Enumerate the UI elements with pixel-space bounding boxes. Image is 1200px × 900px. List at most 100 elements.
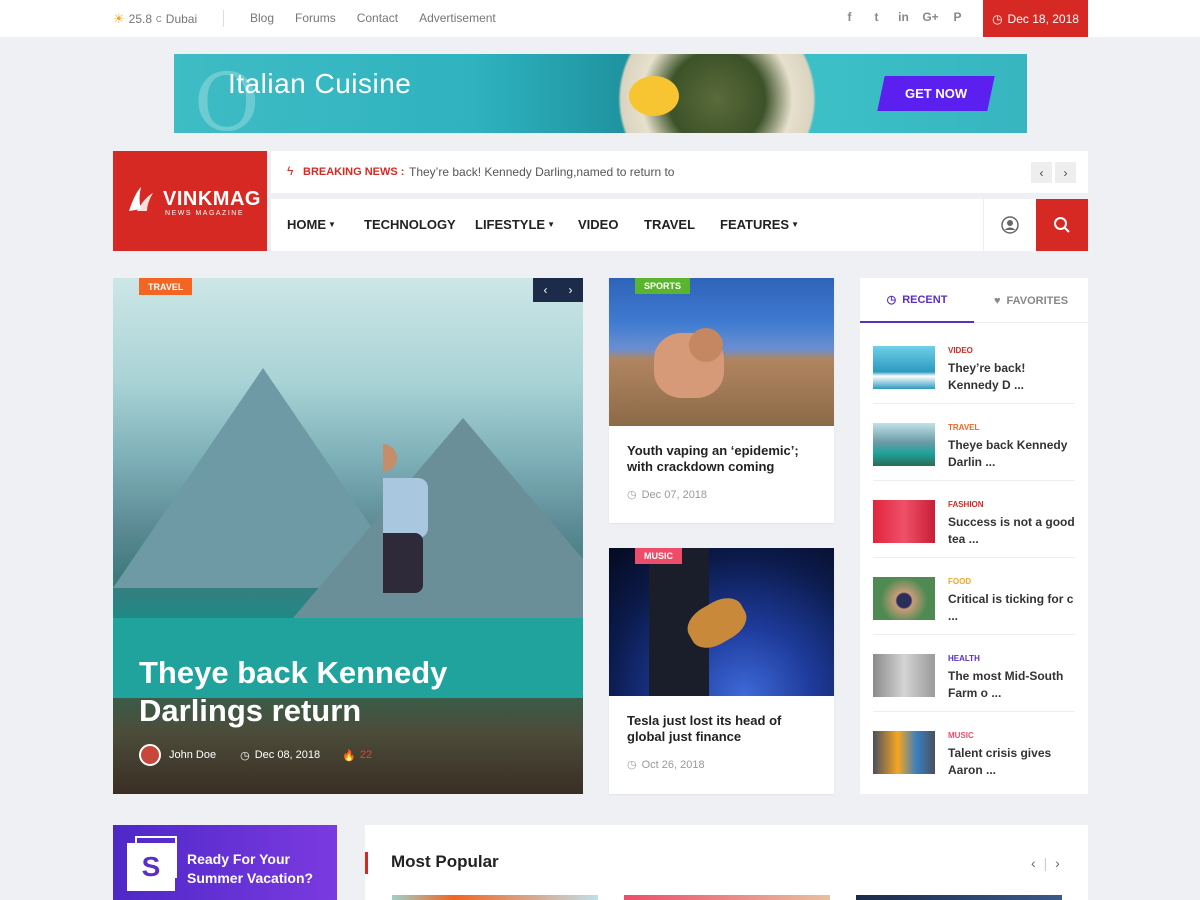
nav-travel[interactable]: TRAVEL — [644, 217, 695, 232]
twitter-icon[interactable]: t — [863, 10, 890, 24]
clock-icon: ◷ — [886, 294, 897, 306]
google-plus-icon[interactable]: G+ — [917, 10, 944, 24]
card-date: ◷ Dec 07, 2018 — [627, 488, 708, 502]
link-forums[interactable]: Forums — [295, 11, 336, 25]
item-title[interactable]: Critical is ticking for c ... — [948, 591, 1075, 625]
promo-logo: S — [127, 843, 175, 891]
category-tag[interactable]: MUSIC — [635, 548, 682, 564]
thumbnail — [873, 654, 935, 697]
link-advertisement[interactable]: Advertisement — [419, 11, 496, 25]
author-name[interactable]: John Doe — [169, 749, 216, 761]
list-item[interactable]: VIDEO They’re back! Kennedy D ... — [873, 327, 1075, 404]
item-category: FASHION — [948, 500, 984, 509]
thumbnail[interactable] — [392, 895, 598, 900]
breaking-next-button[interactable]: › — [1055, 162, 1076, 183]
post-date: Dec 08, 2018 — [254, 749, 321, 761]
popular-next-button[interactable]: › — [1055, 855, 1060, 871]
fire-icon: 🔥 — [342, 749, 356, 762]
nav-lifestyle-label: LIFESTYLE — [475, 217, 546, 232]
link-blog[interactable]: Blog — [250, 11, 274, 25]
weather-widget: ☀ 25.8 C Dubai — [113, 11, 197, 27]
item-category: HEALTH — [948, 654, 980, 663]
thumbnail — [873, 346, 935, 389]
logo-name: VINKMAG — [163, 188, 261, 210]
nav-home[interactable]: HOME ▼ — [287, 217, 336, 232]
nav-home-label: HOME — [287, 217, 326, 232]
view-count: 22 — [359, 749, 373, 761]
card-date-text: Oct 26, 2018 — [641, 758, 705, 771]
site-logo[interactable]: VINKMAG NEWS MAGAZINE — [113, 151, 267, 251]
clock-icon: ◷ — [627, 759, 637, 771]
pager-divider: | — [1043, 855, 1048, 871]
user-account-button[interactable] — [983, 199, 1036, 251]
list-item[interactable]: TRAVEL Theye back Kennedy Darlin ... — [873, 404, 1075, 481]
nav-technology[interactable]: TECHNOLOGY — [364, 217, 456, 232]
logo-mark-icon — [129, 187, 153, 211]
temperature-unit: C — [156, 14, 162, 24]
jumping-person-image — [383, 444, 428, 593]
item-title[interactable]: The most Mid-South Farm o ... — [948, 668, 1075, 702]
pool-image — [609, 278, 834, 426]
hero-title[interactable]: Theye back Kennedy Darlings return — [139, 654, 459, 730]
nav-video[interactable]: VIDEO — [578, 217, 618, 232]
slider-prev-button[interactable]: ‹ — [533, 278, 558, 302]
section-title: Most Popular — [391, 852, 499, 871]
nav-lifestyle[interactable]: LIFESTYLE ▼ — [475, 217, 555, 232]
item-title[interactable]: Talent crisis gives Aaron ... — [948, 745, 1075, 779]
tab-list: ◷ RECENT ♥ FAVORITES — [860, 278, 1088, 323]
clock-icon: ◷ — [627, 489, 637, 501]
item-title[interactable]: They’re back! Kennedy D ... — [948, 360, 1075, 394]
nav-features[interactable]: FEATURES ▼ — [720, 217, 799, 232]
most-popular-section: Most Popular ‹ | › — [365, 825, 1088, 900]
promo-text: Ready For Your Summer Vacation? — [187, 851, 314, 886]
item-title[interactable]: Success is not a good tea ... — [948, 514, 1075, 548]
breaking-news-bar: ϟ BREAKING NEWS : They’re back! Kennedy … — [271, 151, 1088, 193]
list-item[interactable]: HEALTH The most Mid-South Farm o ... — [873, 635, 1075, 712]
chevron-down-icon: ▼ — [791, 220, 800, 229]
tab-favorites[interactable]: ♥ FAVORITES — [974, 278, 1088, 323]
slider-next-button[interactable]: › — [558, 278, 583, 302]
linkedin-icon[interactable]: in — [890, 10, 917, 24]
search-button[interactable] — [1036, 199, 1088, 251]
date-badge: ◷ Dec 18, 2018 — [983, 0, 1088, 37]
promo-banner[interactable]: S Ready For Your Summer Vacation? — [113, 825, 337, 900]
child-head — [689, 328, 723, 362]
card-date-text: Dec 07, 2018 — [641, 488, 708, 501]
nav-features-label: FEATURES — [720, 217, 790, 232]
heart-icon: ♥ — [993, 294, 1001, 307]
item-title[interactable]: Theye back Kennedy Darlin ... — [948, 437, 1075, 471]
popular-prev-button[interactable]: ‹ — [1031, 855, 1036, 871]
temperature: 25.8 — [128, 12, 153, 26]
sun-icon: ☀ — [113, 11, 125, 26]
top-links: Blog Forums Contact Advertisement — [250, 11, 517, 25]
list-item[interactable]: FOOD Critical is ticking for c ... — [873, 558, 1075, 635]
get-now-label: GET NOW — [904, 86, 968, 101]
card-title[interactable]: Tesla just lost its head of global just … — [627, 713, 822, 745]
user-icon — [1001, 216, 1019, 234]
clock-icon: ◷ — [240, 749, 250, 762]
breaking-headline[interactable]: They’re back! Kennedy Darling,named to r… — [409, 165, 674, 179]
list-item[interactable]: MUSIC Talent crisis gives Aaron ... — [873, 712, 1075, 789]
city: Dubai — [165, 12, 198, 26]
post-card[interactable]: MUSIC Tesla just lost its head of global… — [609, 548, 834, 794]
category-tag[interactable]: SPORTS — [635, 278, 691, 294]
card-title[interactable]: Youth vaping an ‘epidemic’; with crackdo… — [627, 443, 822, 475]
link-contact[interactable]: Contact — [357, 11, 398, 25]
hero-post[interactable]: TRAVEL ‹ › Theye back Kennedy Darlings r… — [113, 278, 583, 794]
nav-travel-label: TRAVEL — [644, 217, 696, 232]
category-tag[interactable]: TRAVEL — [139, 278, 193, 295]
pinterest-icon[interactable]: P — [944, 10, 971, 24]
nav-technology-label: TECHNOLOGY — [364, 217, 456, 232]
thumbnail[interactable] — [856, 895, 1062, 900]
facebook-icon[interactable]: f — [836, 10, 863, 24]
thumbnail[interactable] — [624, 895, 830, 900]
post-card[interactable]: SPORTS Youth vaping an ‘epidemic’; with … — [609, 278, 834, 523]
get-now-button[interactable]: GET NOW — [877, 76, 995, 111]
ad-banner[interactable]: O Italian Cuisine GET NOW — [174, 54, 1027, 133]
tab-recent[interactable]: ◷ RECENT — [860, 278, 974, 323]
divider — [223, 10, 224, 27]
social-links: f t in G+ P — [836, 10, 971, 24]
section-pager: ‹ | › — [1031, 855, 1060, 871]
list-item[interactable]: FASHION Success is not a good tea ... — [873, 481, 1075, 558]
breaking-prev-button[interactable]: ‹ — [1031, 162, 1052, 183]
